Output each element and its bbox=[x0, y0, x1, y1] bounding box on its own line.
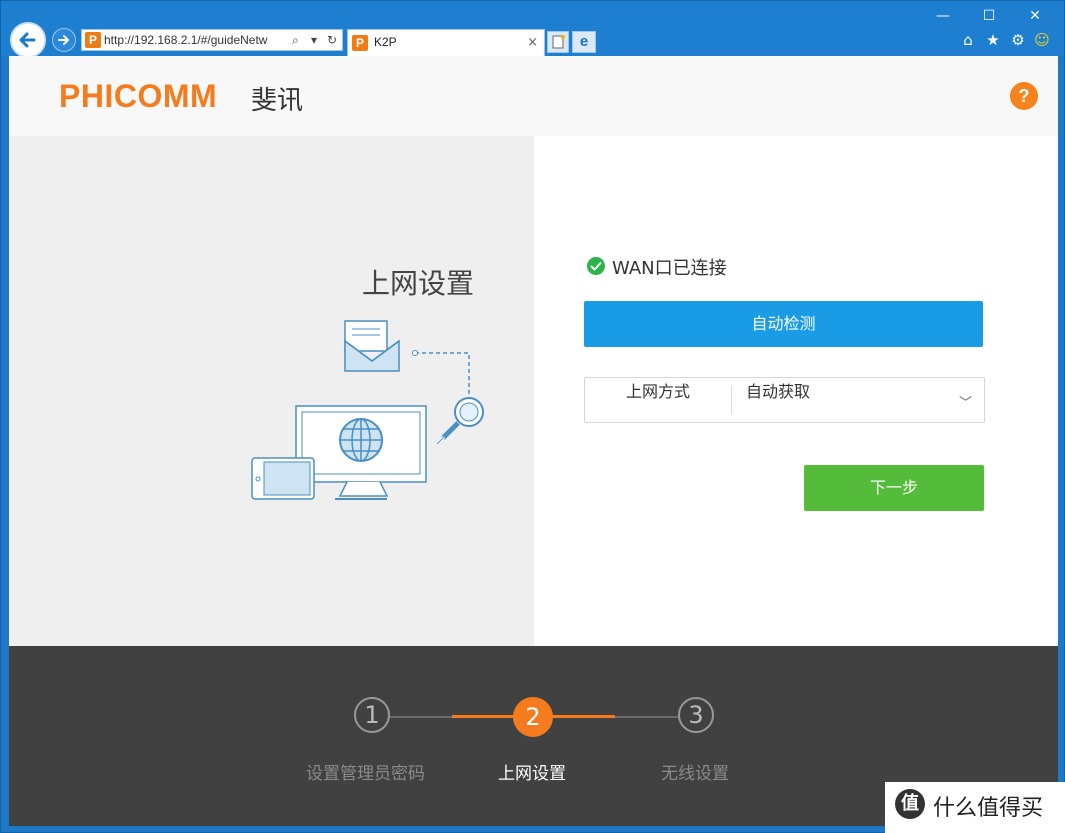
arrow-right-icon bbox=[58, 35, 69, 45]
maximize-button[interactable]: ☐ bbox=[975, 5, 1003, 27]
site-favicon-icon: P bbox=[85, 32, 101, 48]
close-window-button[interactable]: ✕ bbox=[1021, 5, 1049, 27]
tab-k2p[interactable]: P K2P × bbox=[347, 29, 545, 56]
dropdown-arrow-icon[interactable]: ▾ bbox=[311, 33, 317, 47]
settings-panel: WAN口已连接 自动检测 上网方式 自动获取 ﹀ 下一步 bbox=[534, 136, 1058, 646]
wan-status-text: WAN口已连接 bbox=[612, 258, 727, 279]
new-tab-button[interactable] bbox=[547, 31, 569, 53]
check-icon bbox=[587, 257, 605, 275]
browser-titlebar: — ☐ ✕ P http://192.168.2.1/#/guideNetw ⌕… bbox=[1, 1, 1064, 58]
new-tab-icon bbox=[552, 35, 565, 49]
network-illustration bbox=[251, 320, 484, 500]
search-icon[interactable]: ⌕ bbox=[292, 33, 299, 48]
address-bar[interactable]: P http://192.168.2.1/#/guideNetw ⌕ ▾ ↻ bbox=[81, 29, 343, 51]
mode-divider bbox=[731, 386, 732, 414]
favorites-star-icon[interactable]: ★ bbox=[983, 30, 1003, 50]
page-viewport: PHICOMM 斐讯 ? 上网设置 WAN口已连接 自动检测 上网方式 自动获取… bbox=[9, 56, 1058, 826]
minimize-button[interactable]: — bbox=[929, 5, 957, 27]
browser-window: — ☐ ✕ P http://192.168.2.1/#/guideNetw ⌕… bbox=[0, 0, 1065, 833]
connection-mode-label: 上网方式 bbox=[625, 382, 690, 401]
connector-dot bbox=[412, 350, 418, 356]
watermark-text: 什么值得买 bbox=[933, 796, 1044, 821]
page-title: 上网设置 bbox=[362, 267, 475, 300]
chevron-down-icon[interactable]: ﹀ bbox=[959, 392, 972, 411]
next-step-button[interactable]: 下一步 bbox=[804, 465, 984, 511]
step-1-circle: 1 bbox=[354, 697, 390, 733]
step-3-circle: 3 bbox=[678, 697, 714, 733]
back-button[interactable] bbox=[10, 22, 46, 58]
address-url[interactable]: http://192.168.2.1/#/guideNetw bbox=[104, 33, 288, 47]
connection-mode-select[interactable]: 上网方式 自动获取 ﹀ bbox=[584, 377, 985, 423]
forward-button[interactable] bbox=[52, 28, 76, 52]
tablet-icon bbox=[251, 457, 315, 500]
settings-gear-icon[interactable]: ⚙ bbox=[1008, 30, 1028, 50]
refresh-icon[interactable]: ↻ bbox=[327, 33, 337, 47]
page-header: PHICOMM 斐讯 ? bbox=[9, 56, 1058, 136]
envelope-icon bbox=[344, 320, 400, 372]
close-tab-icon[interactable]: × bbox=[527, 35, 538, 50]
step-2-circle: 2 bbox=[513, 697, 553, 737]
globe-icon bbox=[339, 418, 383, 462]
tab-title: K2P bbox=[374, 35, 397, 49]
arrow-left-icon bbox=[19, 32, 36, 48]
illustration-panel: 上网设置 bbox=[9, 136, 534, 646]
phicomm-logo-cn: 斐讯 bbox=[251, 86, 304, 116]
tab-favicon-icon: P bbox=[352, 35, 368, 51]
connection-mode-value[interactable]: 自动获取 bbox=[746, 378, 810, 422]
smiley-feedback-icon[interactable]: ☺ bbox=[1032, 30, 1052, 50]
watermark-logo-icon: 值 bbox=[895, 789, 925, 819]
step-2-label: 上网设置 bbox=[498, 764, 566, 784]
help-button[interactable]: ? bbox=[1010, 82, 1038, 110]
auto-detect-button[interactable]: 自动检测 bbox=[584, 301, 983, 347]
step-1-label: 设置管理员密码 bbox=[306, 764, 425, 784]
connector-line bbox=[415, 352, 470, 396]
ie-icon[interactable]: e bbox=[572, 31, 596, 53]
home-icon[interactable]: ⌂ bbox=[958, 30, 978, 50]
magnifier-icon bbox=[435, 397, 484, 446]
phicomm-logo: PHICOMM bbox=[59, 78, 218, 114]
step-3-label: 无线设置 bbox=[661, 764, 729, 784]
